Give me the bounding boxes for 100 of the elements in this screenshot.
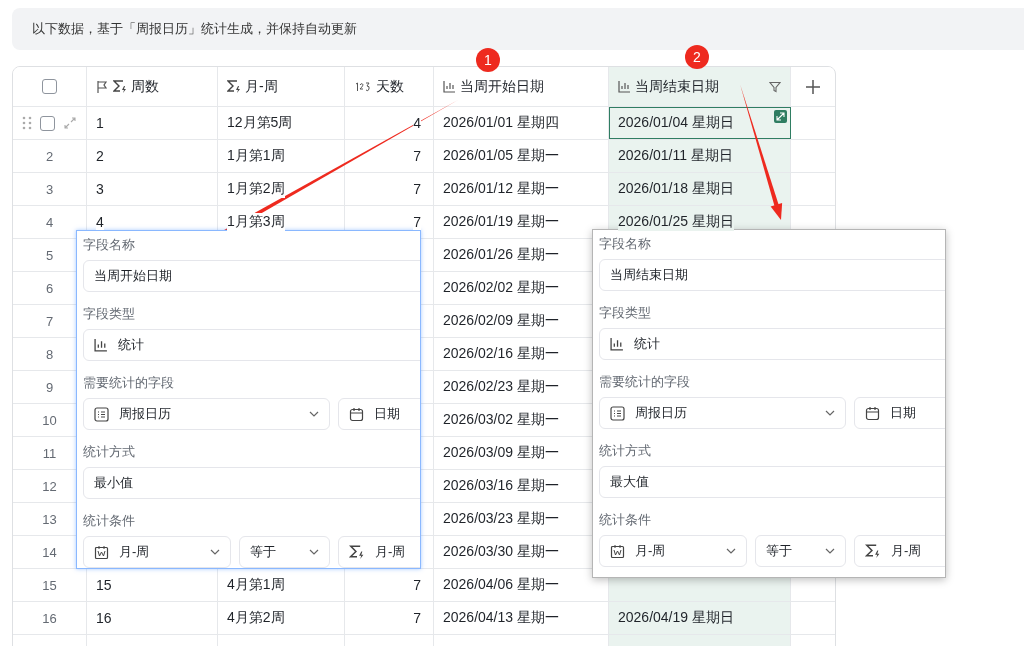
chevron-down-icon bbox=[726, 548, 736, 554]
chevron-down-icon bbox=[309, 549, 319, 555]
flag-icon bbox=[96, 79, 109, 94]
chevron-down-icon bbox=[210, 549, 220, 555]
drag-handle-icon[interactable] bbox=[22, 116, 32, 130]
table-cell: 7 bbox=[413, 148, 421, 164]
table-select[interactable]: 周报日历 bbox=[83, 398, 330, 430]
bar-chart-icon bbox=[443, 80, 456, 93]
formula-icon bbox=[865, 543, 881, 559]
operator-select[interactable]: 等于 bbox=[755, 535, 846, 567]
table-cell: 2026/04/19 星期日 bbox=[618, 609, 734, 627]
number-icon bbox=[354, 80, 372, 93]
table-cell: 15 bbox=[96, 577, 112, 593]
row-number: 7 bbox=[45, 313, 54, 329]
name-field[interactable]: 当周结束日期 bbox=[599, 259, 945, 291]
table-cell: 2026/01/25 星期日 bbox=[618, 213, 734, 231]
filter-icon[interactable] bbox=[769, 80, 781, 93]
operator-select[interactable]: 等于 bbox=[239, 536, 330, 568]
row-number: 4 bbox=[45, 214, 54, 230]
field-label: 字段类型 bbox=[599, 304, 652, 322]
expand-icon[interactable] bbox=[774, 110, 787, 123]
table-cell: 7 bbox=[413, 214, 421, 230]
table-cell: 2026/02/09 星期一 bbox=[443, 312, 559, 330]
row-number: 16 bbox=[42, 610, 57, 626]
chevron-down-icon bbox=[825, 548, 835, 554]
row-number: 9 bbox=[45, 379, 54, 395]
table-cell: 2026/03/09 星期一 bbox=[443, 444, 559, 462]
chevron-down-icon bbox=[825, 410, 835, 416]
method-field[interactable]: 最大值 bbox=[599, 466, 945, 498]
field-label: 统计方式 bbox=[599, 442, 652, 460]
calendar-icon bbox=[349, 406, 364, 422]
type-field[interactable]: 统计 bbox=[599, 328, 945, 360]
row-checkbox[interactable] bbox=[40, 115, 55, 131]
table-cell: 2026/01/19 星期一 bbox=[443, 213, 559, 231]
type-field[interactable]: 统计 bbox=[83, 329, 420, 361]
calendar-icon bbox=[865, 405, 880, 421]
add-column-icon[interactable] bbox=[804, 78, 821, 95]
column-header[interactable]: 当周结束日期 bbox=[609, 67, 791, 106]
condition-field-select[interactable]: 月-周 bbox=[599, 535, 747, 567]
name-field[interactable]: 当周开始日期 bbox=[83, 260, 420, 292]
expand-icon[interactable] bbox=[63, 116, 77, 130]
table-cell: 2026/02/23 星期一 bbox=[443, 378, 559, 396]
table-icon bbox=[94, 406, 109, 422]
table-cell: 1 bbox=[96, 115, 104, 131]
field-label: 需要统计的字段 bbox=[83, 374, 175, 392]
row-number: 10 bbox=[42, 412, 57, 428]
table-cell: 2026/01/05 星期一 bbox=[443, 147, 559, 165]
table-cell: 3 bbox=[96, 181, 104, 197]
field-label: 统计条件 bbox=[83, 512, 136, 530]
week-calendar-icon bbox=[610, 543, 625, 559]
row-number: 15 bbox=[42, 577, 57, 593]
table-cell: 1月第2周 bbox=[227, 180, 285, 198]
table-select[interactable]: 周报日历 bbox=[599, 397, 846, 429]
row-number: 11 bbox=[42, 445, 57, 461]
field-select[interactable]: 日期 bbox=[338, 398, 420, 430]
row-number: 14 bbox=[42, 544, 57, 560]
table-cell: 7 bbox=[413, 181, 421, 197]
select-all-checkbox[interactable] bbox=[42, 79, 57, 94]
table-cell: 2026/02/16 星期一 bbox=[443, 345, 559, 363]
field-label: 需要统计的字段 bbox=[599, 373, 691, 391]
table-cell: 4 bbox=[413, 115, 421, 131]
condition-field-select[interactable]: 月-周 bbox=[83, 536, 231, 568]
table-icon bbox=[610, 405, 625, 421]
table-cell: 12月第5周 bbox=[227, 114, 293, 132]
field-label: 字段名称 bbox=[83, 236, 136, 254]
table-cell: 4月第1周 bbox=[227, 576, 285, 594]
table-cell: 2026/03/16 星期一 bbox=[443, 477, 559, 495]
table-cell: 2026/03/02 星期一 bbox=[443, 411, 559, 429]
field-label: 字段类型 bbox=[83, 305, 136, 323]
table-cell: 7 bbox=[413, 610, 421, 626]
bar-chart-icon bbox=[94, 338, 108, 352]
condition-value-select[interactable]: 月-周 bbox=[854, 535, 945, 567]
table-cell: 2026/03/23 星期一 bbox=[443, 510, 559, 528]
table-cell: 2026/01/12 星期一 bbox=[443, 180, 559, 198]
table-cell: 7 bbox=[413, 577, 421, 593]
row-number: 5 bbox=[45, 247, 54, 263]
method-field[interactable]: 最小值 bbox=[83, 467, 420, 499]
formula-icon bbox=[349, 544, 365, 560]
row-number: 2 bbox=[45, 148, 54, 164]
condition-value-select[interactable]: 月-周 bbox=[338, 536, 420, 568]
field-label: 统计方式 bbox=[83, 443, 136, 461]
table-cell: 2026/01/01 星期四 bbox=[443, 114, 559, 132]
table-cell: 2 bbox=[96, 148, 104, 164]
row-number: 12 bbox=[42, 478, 57, 494]
table-cell: 1月第1周 bbox=[227, 147, 285, 165]
table-cell: 2026/04/13 星期一 bbox=[443, 609, 559, 627]
formula-icon bbox=[227, 79, 241, 94]
bar-chart-icon bbox=[610, 337, 624, 351]
table-cell: 1月第3周 bbox=[227, 213, 285, 231]
chevron-down-icon bbox=[309, 411, 319, 417]
row-number: 8 bbox=[45, 346, 54, 362]
row-number: 3 bbox=[45, 181, 54, 197]
week-calendar-icon bbox=[94, 544, 109, 560]
bar-chart-icon bbox=[618, 80, 631, 93]
field-select[interactable]: 日期 bbox=[854, 397, 945, 429]
table-cell: 2026/04/06 星期一 bbox=[443, 576, 559, 594]
table-cell: 2026/02/02 星期一 bbox=[443, 279, 559, 297]
row-number: 13 bbox=[42, 511, 57, 527]
notice-banner: 以下数据，基于「周报日历」统计生成，并保持自动更新 bbox=[12, 8, 1024, 50]
table-cell: 4月第2周 bbox=[227, 609, 285, 627]
